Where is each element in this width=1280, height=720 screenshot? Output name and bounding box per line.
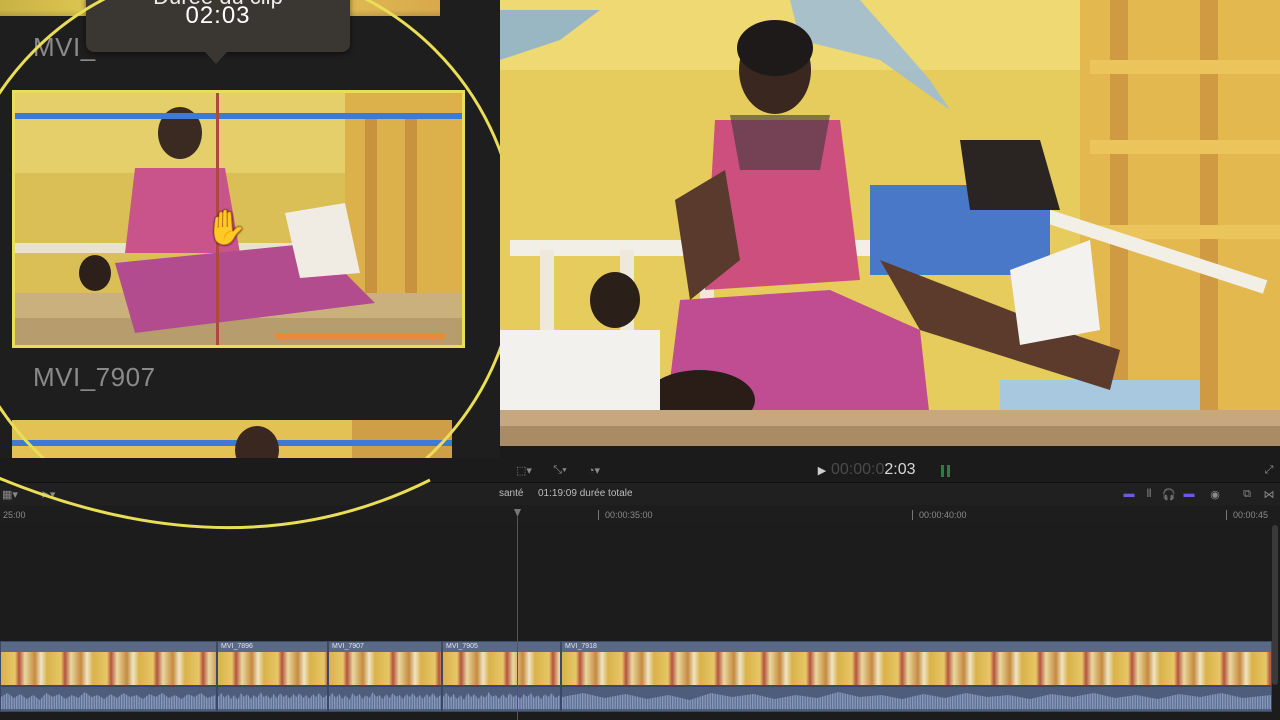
snapping-icon[interactable]: ▬ [1182,486,1196,502]
viewer[interactable] [500,0,1280,446]
audio-waveform[interactable] [561,686,1272,712]
clip-thumbnail-next[interactable] [12,420,452,458]
ruler-tick [912,510,913,520]
zoom-icon[interactable]: ⧉ [1240,486,1254,502]
ruler-tick-label: 00:00:45 [1233,510,1269,520]
clip-appearance-icon[interactable]: ▦▾ [0,486,20,502]
ruler-tick-label: 00:00:40:00 [919,510,967,520]
audio-meter-icon-2 [947,465,950,477]
timeline-header: ▦▾ ➤▾ santé 01:19:09 durée totale ▬ ⫴ 🎧 … [0,482,1280,506]
ruler-tick-label: 25:00 [3,510,26,520]
timeline-clip[interactable]: MVI_7896 [217,641,328,686]
play-icon[interactable]: ▶ [816,462,828,478]
project-name: santé [499,488,524,499]
audio-waveform[interactable] [328,686,442,712]
select-tool-icon[interactable]: ➤▾ [36,486,60,502]
audio-waveform[interactable] [217,686,328,712]
clip-filmstrip [443,652,560,685]
audio-waveform[interactable] [442,686,561,712]
timecode-dim: 00:00:0 [831,461,885,478]
timeline-clip[interactable]: MVI_7918 [561,641,1272,686]
tooltip-time: 02:03 [185,2,251,29]
clip-filmstrip [329,652,441,685]
playhead-line[interactable] [517,517,518,720]
video-role-icon[interactable]: ▬ [1122,486,1136,502]
tooltip-pointer [205,52,227,64]
ruler-tick-label: 00:00:35:00 [605,510,653,520]
viewer-frame-image [500,0,1280,446]
clip-filmstrip [218,652,327,685]
timeline-clip[interactable]: MVI_7905 [442,641,561,686]
timeline-ruler[interactable]: 25:00 00:00:35:00 00:00:40:00 00:00:45 [0,505,1280,525]
timecode-bright: 2:03 [884,461,916,478]
speed-tool-icon[interactable]: ◔▾ [580,462,608,478]
clip-filmstrip [1,652,216,685]
clip-thumbnail-next-image [12,420,452,458]
audio-meter-icon [941,465,944,477]
hand-cursor-icon: ✋ [205,209,248,247]
fullscreen-icon[interactable]: ⤢ [1262,462,1276,478]
timeline-scrollbar[interactable] [1272,525,1278,685]
audio-skimming-icon[interactable]: ⫴ [1142,486,1156,502]
clip-thumbnail-selected[interactable]: ✋ [12,90,465,348]
headphones-icon[interactable]: 🎧 [1162,486,1176,502]
timeline-clip[interactable]: MVI_7907 [328,641,442,686]
project-duration: 01:19:09 durée totale [538,488,633,499]
timeline-clip[interactable] [0,641,217,686]
timeline-index-icon[interactable]: ⋈ [1262,486,1276,502]
browser-panel: MVI_ Durée du clip 02:03 ✋ MVI_7907 [0,0,500,458]
duration-tooltip: Durée du clip 02:03 [86,0,350,52]
clip-label: MVI_7907 [33,362,156,392]
view-options-icon[interactable]: ⬚▾ [510,462,538,478]
audio-waveform[interactable] [0,686,217,712]
clip-settings-icon[interactable]: ◉ [1208,486,1222,502]
ruler-tick [1226,510,1227,520]
viewer-control-bar: ⬚▾ ⤡▾ ◔▾ ▶ 00:00:02:03 ⤢ [500,458,1280,482]
ruler-tick [598,510,599,520]
clip-filmstrip [562,652,1271,685]
transform-tool-icon[interactable]: ⤡▾ [546,462,574,478]
timecode-display[interactable]: 00:00:02:03 [831,461,916,479]
